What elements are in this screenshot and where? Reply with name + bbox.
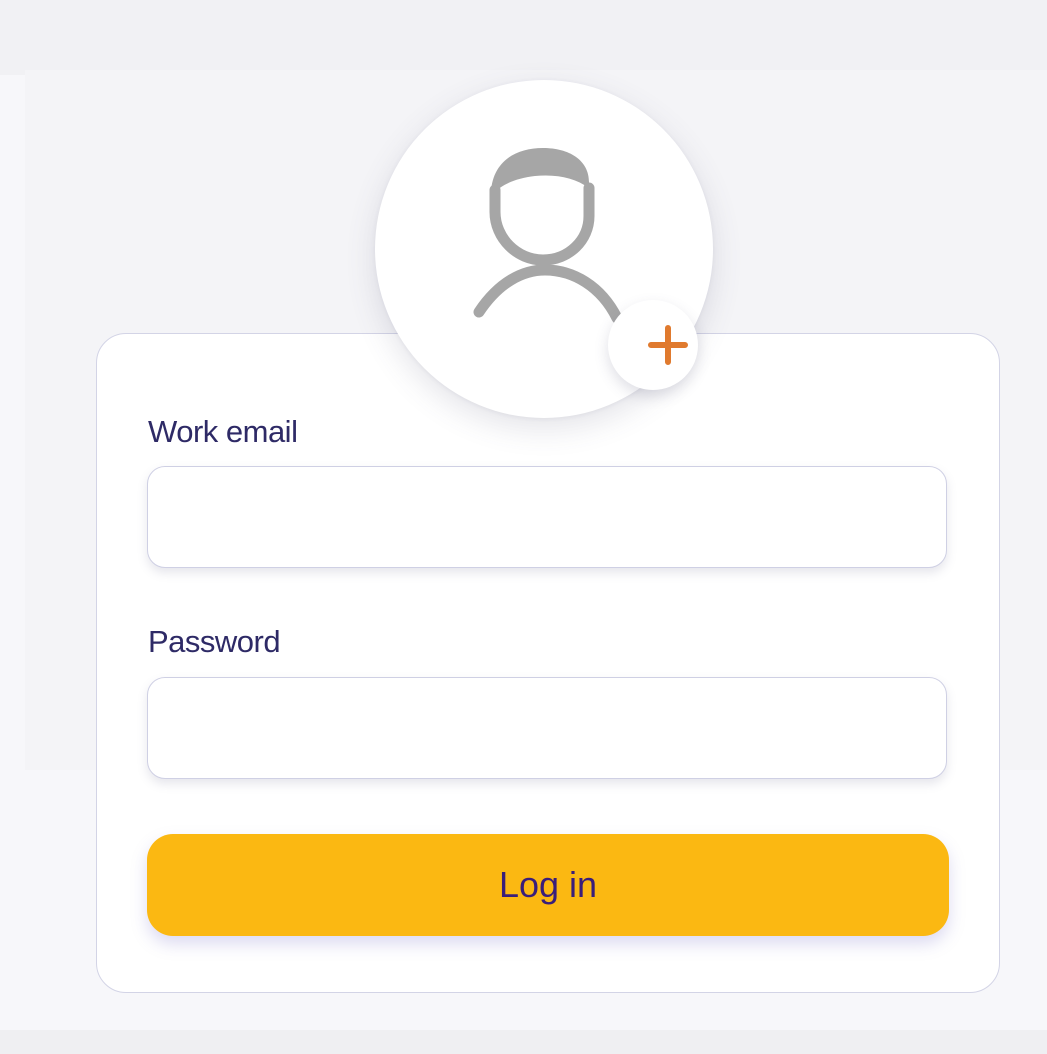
password-field[interactable] <box>147 677 947 779</box>
add-photo-button[interactable] <box>608 300 698 390</box>
background-top <box>0 0 1047 75</box>
email-label: Work email <box>148 414 298 449</box>
password-label: Password <box>148 624 281 659</box>
plus-icon <box>648 325 688 365</box>
login-button[interactable]: Log in <box>147 834 949 936</box>
background-bottom <box>0 1030 1047 1054</box>
email-field[interactable] <box>147 466 947 568</box>
